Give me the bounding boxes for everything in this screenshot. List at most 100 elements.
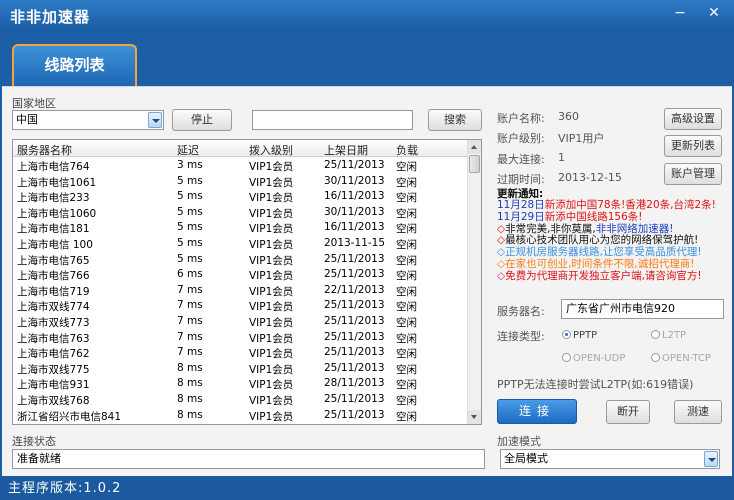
scroll-up-icon[interactable] [468, 140, 481, 154]
table-cell: 7 ms [177, 315, 203, 327]
radio-l2tp[interactable]: L2TP [651, 330, 686, 341]
accel-mode-label: 加速模式 [497, 435, 541, 448]
table-cell: VIP1会员 [249, 161, 294, 173]
table-cell: 8 ms [177, 377, 203, 390]
scroll-down-icon[interactable] [468, 410, 481, 424]
radio-open-tcp[interactable]: OPEN-TCP [651, 353, 711, 364]
table-cell: 空闲 [396, 332, 417, 345]
stop-button[interactable]: 停止 [172, 109, 232, 131]
table-row[interactable]: 上海市电信1061 5 ms VIP1会员 30/11/2013 空闲 [13, 174, 468, 190]
table-row[interactable]: 上海市电信764 3 ms VIP1会员 25/11/2013 空闲 [13, 158, 468, 174]
table-cell: 7 ms [177, 299, 203, 312]
table-row[interactable]: 上海市电信766 6 ms VIP1会员 25/11/2013 空闲 [13, 267, 468, 283]
table-cell: 25/11/2013 [324, 315, 385, 327]
table-cell: 16/11/2013 [324, 221, 385, 234]
table-cell: 空闲 [396, 254, 417, 267]
table-row[interactable]: 上海市双线773 7 ms VIP1会员 25/11/2013 空闲 [13, 314, 468, 330]
table-cell: 25/11/2013 [324, 408, 385, 421]
account-manage-button[interactable]: 账户管理 [664, 163, 722, 185]
table-cell: 5 ms [177, 190, 203, 203]
table-row[interactable]: 上海市电信931 8 ms VIP1会员 28/11/2013 空闲 [13, 376, 468, 392]
table-row[interactable]: 上海市电信763 7 ms VIP1会员 25/11/2013 空闲 [13, 330, 468, 346]
table-cell: 16/11/2013 [324, 190, 385, 203]
col-level[interactable]: 拨入级别 [249, 142, 293, 158]
table-cell: 7 ms [177, 330, 203, 343]
accel-mode-value: 全局模式 [504, 452, 548, 465]
table-cell: 5 ms [177, 237, 203, 249]
table-cell: 5 ms [177, 174, 203, 187]
scroll-thumb[interactable] [469, 155, 480, 173]
table-cell: 空闲 [396, 410, 417, 423]
radio-pptp[interactable]: PPTP [562, 330, 597, 341]
table-cell: VIP1会员 [249, 270, 294, 283]
table-cell: 8 ms [177, 393, 203, 405]
notice-text: 免费为代理商开发独立客户端,请咨询官方! [505, 269, 702, 282]
table-row[interactable]: 上海市电信1060 5 ms VIP1会员 30/11/2013 空闲 [13, 205, 468, 221]
table-cell: 7 ms [177, 283, 203, 296]
table-cell: 上海市电信1060 [17, 207, 97, 220]
table-cell: 28/11/2013 [324, 377, 385, 390]
table-row[interactable]: 上海市电信762 7 ms VIP1会员 25/11/2013 空闲 [13, 345, 468, 361]
table-row[interactable]: 上海市电信719 7 ms VIP1会员 22/11/2013 空闲 [13, 283, 468, 299]
notice-line: ◇免费为代理商开发独立客户端,请咨询官方! [497, 268, 702, 283]
radio-open-udp[interactable]: OPEN-UDP [562, 353, 625, 364]
table-cell: 空闲 [396, 239, 417, 251]
table-cell: 3 ms [177, 159, 203, 171]
refresh-list-button[interactable]: 更新列表 [664, 135, 722, 157]
table-row[interactable]: 上海市双线774 7 ms VIP1会员 25/11/2013 空闲 [13, 298, 468, 314]
account-name-value: 360 [558, 110, 579, 123]
minimize-icon[interactable]: − [670, 4, 690, 22]
table-cell: VIP1会员 [249, 223, 294, 236]
table-cell: VIP1会员 [249, 332, 294, 345]
table-cell: 上海市电信931 [17, 379, 90, 392]
accel-mode-select[interactable]: 全局模式 [500, 449, 720, 469]
table-cell: 上海市电信 100 [17, 239, 93, 251]
table-cell: 上海市电信1061 [17, 176, 97, 189]
table-cell: 空闲 [396, 395, 417, 407]
table-cell: 空闲 [396, 379, 417, 392]
table-row[interactable]: 上海市电信765 5 ms VIP1会员 25/11/2013 空闲 [13, 252, 468, 268]
advanced-settings-button[interactable]: 高级设置 [664, 108, 722, 130]
table-cell: 空闲 [396, 301, 417, 314]
table-cell: 25/11/2013 [324, 393, 385, 405]
table-cell: 上海市电信764 [17, 161, 90, 173]
speed-test-button[interactable]: 测速 [674, 400, 722, 424]
table-row[interactable]: 上海市双线775 8 ms VIP1会员 25/11/2013 空闲 [13, 361, 468, 377]
region-select[interactable]: 中国 [12, 110, 164, 130]
table-row[interactable]: 上海市双线768 8 ms VIP1会员 25/11/2013 空闲 [13, 392, 468, 408]
table-row[interactable]: 上海市电信 100 5 ms VIP1会员 2013-11-15 空闲 [13, 236, 468, 252]
table-cell: 25/11/2013 [324, 268, 385, 281]
table-header: 服务器名称 延迟 拨入级别 上架日期 负载 [13, 140, 468, 157]
table-cell: 30/11/2013 [324, 174, 385, 187]
disconnect-button[interactable]: 断开 [606, 400, 650, 424]
tab-line-list[interactable]: 线路列表 [12, 44, 137, 86]
max-conn-value: 1 [558, 151, 565, 164]
col-latency[interactable]: 延迟 [177, 142, 199, 158]
table-cell: 空闲 [396, 348, 417, 361]
main-panel: 国家地区 中国 停止 搜索 服务器名称 延迟 拨入级别 上架日期 负载 上海市电… [2, 86, 732, 476]
table-cell: 25/11/2013 [324, 346, 385, 359]
search-input[interactable] [252, 110, 413, 130]
table-scrollbar[interactable] [467, 140, 481, 424]
table-cell: VIP1会员 [249, 207, 294, 220]
table-row[interactable]: 上海市电信233 5 ms VIP1会员 16/11/2013 空闲 [13, 189, 468, 205]
table-cell: 2013-11-15 [324, 237, 386, 249]
close-icon[interactable]: ✕ [704, 4, 724, 22]
col-load[interactable]: 负载 [396, 142, 418, 158]
chevron-down-icon[interactable] [148, 112, 162, 128]
search-button[interactable]: 搜索 [428, 109, 482, 131]
notice-prefix: ◇ [497, 269, 506, 282]
table-row[interactable]: 浙江省绍兴市电信841 8 ms VIP1会员 25/11/2013 空闲 [13, 408, 468, 424]
table-cell: 空闲 [396, 161, 417, 173]
table-cell: VIP1会员 [249, 410, 294, 423]
col-server-name[interactable]: 服务器名称 [17, 142, 72, 158]
col-date[interactable]: 上架日期 [324, 142, 368, 158]
table-cell: 空闲 [396, 285, 417, 298]
connect-button[interactable]: 连接 [497, 399, 577, 424]
table-row[interactable]: 上海市电信181 5 ms VIP1会员 16/11/2013 空闲 [13, 220, 468, 236]
table-cell: 浙江省绍兴市电信841 [17, 410, 122, 423]
table-cell: VIP1会员 [249, 317, 294, 329]
table-cell: 5 ms [177, 252, 203, 265]
table-cell: 上海市电信765 [17, 254, 90, 267]
chevron-down-icon[interactable] [704, 451, 718, 467]
